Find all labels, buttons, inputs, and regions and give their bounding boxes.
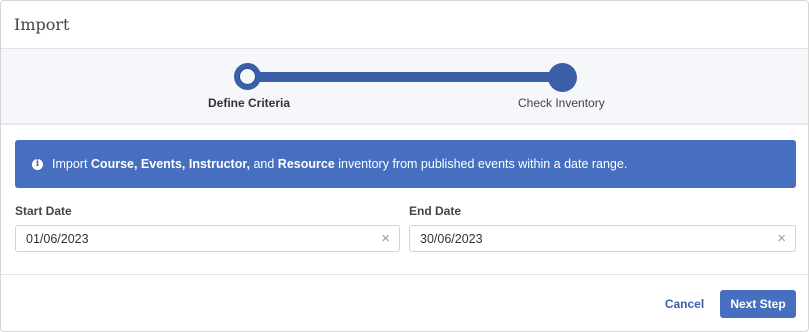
- next-step-button[interactable]: Next Step: [720, 290, 796, 318]
- step-progress-track: [247, 72, 563, 82]
- alert-text-prefix: Import: [52, 157, 91, 171]
- step-label-define-criteria: Define Criteria: [208, 96, 291, 110]
- end-date-input[interactable]: 30/06/2023 ×: [409, 225, 796, 252]
- start-date-clear-icon[interactable]: ×: [381, 230, 390, 248]
- end-date-value: 30/06/2023: [420, 232, 483, 246]
- alert-bold-course-events-instructor: Course, Events, Instructor,: [90, 157, 250, 171]
- start-date-label: Start Date: [15, 204, 72, 218]
- alert-text-suffix: inventory from published events within a…: [334, 157, 628, 171]
- alert-message: Import Course, Events, Instructor, and R…: [52, 157, 627, 171]
- dialog-header: Import: [1, 1, 808, 49]
- import-dialog: Import Define Criteria Check Inventory i…: [0, 0, 809, 332]
- step-progress: Define Criteria Check Inventory: [1, 49, 808, 125]
- footer-divider: [1, 274, 808, 275]
- info-icon: i: [32, 158, 43, 170]
- end-date-clear-icon[interactable]: ×: [777, 230, 786, 248]
- alert-bold-resource: Resource: [277, 157, 335, 171]
- alert-text-and: and: [249, 157, 278, 171]
- info-alert: i Import Course, Events, Instructor, and…: [15, 140, 796, 188]
- step-node-define-criteria[interactable]: [234, 63, 261, 90]
- end-date-label: End Date: [409, 204, 462, 218]
- step-node-check-inventory[interactable]: [548, 63, 577, 92]
- cancel-button[interactable]: Cancel: [657, 290, 712, 318]
- start-date-value: 01/06/2023: [26, 232, 89, 246]
- start-date-input[interactable]: 01/06/2023 ×: [15, 225, 400, 252]
- dialog-title: Import: [14, 15, 70, 34]
- step-label-check-inventory: Check Inventory: [518, 96, 605, 110]
